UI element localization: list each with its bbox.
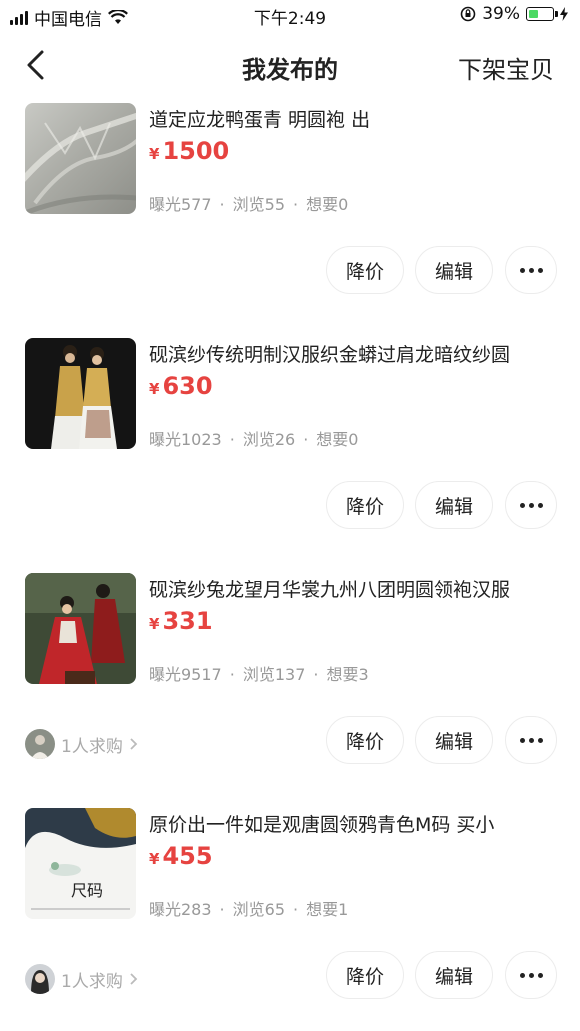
lower-price-button[interactable]: 降价: [326, 951, 404, 999]
more-icon: [519, 737, 543, 743]
listing-thumbnail[interactable]: [25, 573, 136, 684]
chevron-right-icon: [130, 738, 138, 750]
listing-item[interactable]: 砚滨纱兔龙望月华裳九州八团明圆领袍汉服 ¥331 曝光9517 · 浏览137 · 想要…: [0, 573, 580, 808]
lower-price-button[interactable]: 降价: [326, 481, 404, 529]
listing-title: 砚滨纱兔龙望月华裳九州八团明圆领袍汉服: [149, 579, 511, 601]
orientation-lock-icon: [460, 6, 476, 22]
more-icon: [519, 267, 543, 273]
more-button[interactable]: [505, 716, 557, 764]
listing-item[interactable]: 道定应龙鸭蛋青 明圆袍 出 ¥1500 曝光577 · 浏览55 · 想要0 降价 编辑: [0, 103, 580, 338]
buyer-request[interactable]: 1人求购: [25, 964, 138, 994]
listing-item[interactable]: 砚滨纱传统明制汉服织金蟒过肩龙暗纹纱圆 ¥630 曝光1023 · 浏览26 · 想要0…: [0, 338, 580, 573]
battery-percent: 39%: [482, 4, 520, 24]
exposure-count: 曝光9517: [149, 665, 222, 684]
view-count: 浏览137: [242, 665, 306, 684]
want-count: 想要0: [316, 430, 359, 449]
delist-button[interactable]: 下架宝贝: [458, 50, 554, 85]
avatar: [25, 964, 55, 994]
listing-price: ¥331: [149, 607, 213, 635]
edit-button[interactable]: 编辑: [415, 246, 493, 294]
listing-title: 道定应龙鸭蛋青 明圆袍 出: [149, 109, 371, 131]
want-count: 想要0: [306, 195, 349, 214]
battery-icon: [526, 7, 558, 21]
listing-stats: 曝光283 · 浏览65 · 想要1: [149, 900, 349, 919]
more-icon: [519, 502, 543, 508]
edit-button[interactable]: 编辑: [415, 951, 493, 999]
want-count: 想要1: [306, 900, 349, 919]
listing-thumbnail[interactable]: [25, 338, 136, 449]
listing-stats: 曝光9517 · 浏览137 · 想要3: [149, 665, 369, 684]
more-button[interactable]: [505, 246, 557, 294]
buyer-request[interactable]: 1人求购: [25, 729, 138, 759]
exposure-count: 曝光1023: [149, 430, 222, 449]
more-button[interactable]: [505, 481, 557, 529]
listing-stats: 曝光577 · 浏览55 · 想要0: [149, 195, 349, 214]
more-icon: [519, 972, 543, 978]
avatar: [25, 729, 55, 759]
more-button[interactable]: [505, 951, 557, 999]
lower-price-button[interactable]: 降价: [326, 246, 404, 294]
view-count: 浏览55: [232, 195, 286, 214]
thumbnail-label: 尺码: [71, 881, 103, 900]
listing-price: ¥630: [149, 372, 213, 400]
buyer-request-label: 1人求购: [61, 736, 123, 757]
edit-button[interactable]: 编辑: [415, 716, 493, 764]
chevron-right-icon: [130, 973, 138, 985]
edit-button[interactable]: 编辑: [415, 481, 493, 529]
view-count: 浏览26: [242, 430, 296, 449]
exposure-count: 曝光577: [149, 195, 212, 214]
listing-thumbnail[interactable]: 尺码: [25, 808, 136, 919]
lower-price-button[interactable]: 降价: [326, 716, 404, 764]
back-icon[interactable]: [22, 48, 52, 82]
status-right: 39%: [460, 4, 568, 24]
listing-price: ¥1500: [149, 137, 230, 165]
listing-price: ¥455: [149, 842, 213, 870]
listing-thumbnail[interactable]: [25, 103, 136, 214]
view-count: 浏览65: [232, 900, 286, 919]
buyer-request-label: 1人求购: [61, 971, 123, 992]
exposure-count: 曝光283: [149, 900, 212, 919]
battery-level: [528, 9, 538, 18]
charging-icon: [560, 7, 568, 21]
want-count: 想要3: [326, 665, 369, 684]
listing-title: 砚滨纱传统明制汉服织金蟒过肩龙暗纹纱圆: [149, 344, 511, 366]
listing-title: 原价出一件如是观唐圆领鸦青色M码 买小: [149, 814, 495, 836]
listing-stats: 曝光1023 · 浏览26 · 想要0: [149, 430, 359, 449]
listing-item[interactable]: 尺码 原价出一件如是观唐圆领鸦青色M码 买小 ¥455 曝光283 · 浏览65 · 想…: [0, 808, 580, 1031]
status-bar: 中国电信 下午2:49 39%: [0, 0, 580, 30]
nav-bar: 我发布的 下架宝贝: [0, 30, 580, 100]
